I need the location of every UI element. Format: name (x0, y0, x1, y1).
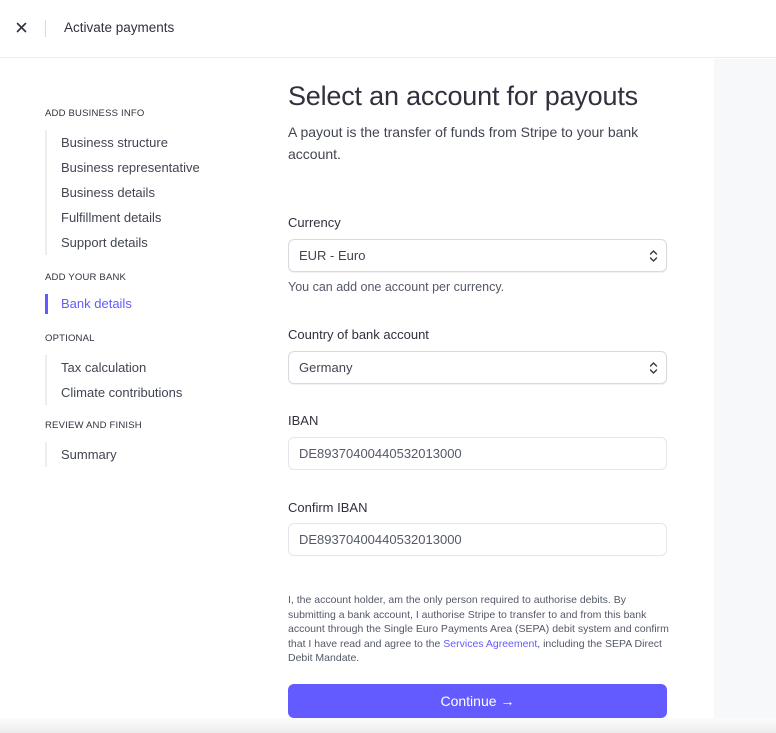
header-divider (45, 20, 46, 37)
page-title: Select an account for payouts (288, 81, 638, 111)
bottom-shadow (0, 718, 776, 733)
currency-label: Currency (288, 215, 341, 230)
sidebar-item-climate-contributions[interactable]: Climate contributions (47, 380, 182, 405)
page-subtitle: A payout is the transfer of funds from S… (288, 124, 639, 162)
country-label: Country of bank account (288, 327, 429, 342)
country-select[interactable]: Germany (288, 351, 667, 384)
arrow-right-icon: → (500, 693, 515, 709)
confirm-iban-label: Confirm IBAN (288, 500, 368, 515)
sidebar-item-business-details[interactable]: Business details (47, 180, 200, 205)
section-title: REVIEW AND FINISH (45, 420, 142, 431)
continue-label: Continue (440, 693, 497, 709)
sidebar-section-optional: OPTIONAL Tax calculation Climate contrib… (45, 333, 182, 405)
sidebar-section-business-info: ADD BUSINESS INFO Business structure Bus… (45, 108, 200, 255)
sidebar-item-summary[interactable]: Summary (47, 442, 142, 467)
iban-label: IBAN (288, 413, 319, 428)
section-title: ADD BUSINESS INFO (45, 108, 145, 119)
chevron-up-down-icon (649, 362, 658, 374)
sidebar-item-business-representative[interactable]: Business representative (47, 155, 200, 180)
continue-button[interactable]: Continue → (288, 684, 667, 718)
country-value: Germany (299, 360, 353, 375)
services-agreement-link[interactable]: Services Agreement (443, 638, 537, 650)
main-header: Select an account for payouts A payout i… (288, 78, 668, 165)
section-title: ADD YOUR BANK (45, 272, 127, 283)
confirm-iban-input[interactable]: DE89370400440532013000 (288, 523, 667, 556)
close-icon (16, 22, 27, 33)
currency-select[interactable]: EUR - Euro (288, 239, 667, 272)
header-title: Activate payments (64, 20, 175, 35)
sidebar-item-support-details[interactable]: Support details (47, 230, 200, 255)
sidebar-item-fulfillment-details[interactable]: Fulfillment details (47, 205, 200, 230)
section-items: Tax calculation Climate contributions (45, 355, 182, 405)
confirm-iban-value: DE89370400440532013000 (299, 532, 462, 547)
section-items: Bank details (45, 294, 132, 314)
chevron-up-down-icon (649, 250, 658, 262)
sidebar-section-review: REVIEW AND FINISH Summary (45, 420, 142, 467)
iban-value: DE89370400440532013000 (299, 446, 462, 461)
close-button[interactable] (13, 19, 31, 37)
currency-help-text: You can add one account per currency. (288, 280, 505, 294)
section-items: Business structure Business representati… (45, 130, 200, 255)
top-bar: Activate payments (0, 0, 776, 58)
sidebar-item-tax-calculation[interactable]: Tax calculation (47, 355, 182, 380)
sidebar-item-business-structure[interactable]: Business structure (47, 130, 200, 155)
section-items: Summary (45, 442, 142, 467)
sidebar-item-bank-details[interactable]: Bank details (45, 294, 132, 314)
right-panel (714, 59, 776, 733)
sidebar-section-bank: ADD YOUR BANK Bank details (45, 272, 132, 316)
sepa-mandate-text: I, the account holder, am the only perso… (288, 593, 673, 666)
iban-input[interactable]: DE89370400440532013000 (288, 437, 667, 470)
currency-value: EUR - Euro (299, 248, 366, 263)
section-title: OPTIONAL (45, 333, 95, 344)
